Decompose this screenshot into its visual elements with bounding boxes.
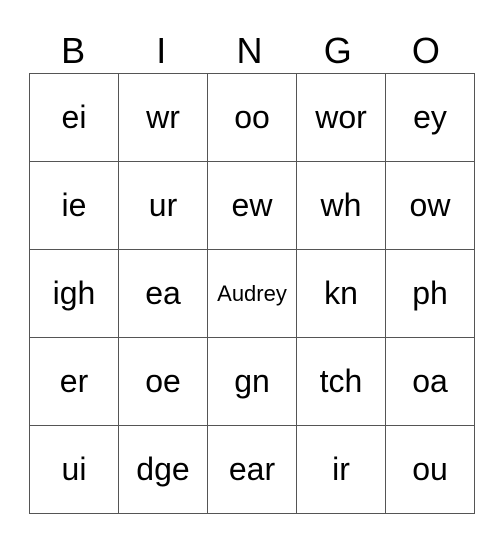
bingo-cell[interactable]: gn xyxy=(207,337,297,426)
bingo-card: ei wr oo wor ey ie ur ew wh ow igh ea Au… xyxy=(29,73,475,514)
bingo-cell[interactable]: ey xyxy=(385,73,475,162)
bingo-cell[interactable]: tch xyxy=(296,337,386,426)
bingo-cell[interactable]: ir xyxy=(296,425,386,514)
bingo-cell[interactable]: ei xyxy=(29,73,119,162)
header-letter-o: O xyxy=(411,30,440,71)
bingo-cell[interactable]: oe xyxy=(118,337,208,426)
header-letter-g: G xyxy=(323,30,352,71)
bingo-cell[interactable]: oo xyxy=(207,73,297,162)
bingo-cell[interactable]: dge xyxy=(118,425,208,514)
bingo-cell[interactable]: ear xyxy=(207,425,297,514)
bingo-cell[interactable]: kn xyxy=(296,249,386,338)
header-letter-n: N xyxy=(236,30,263,71)
card-row: ei wr oo wor ey xyxy=(29,73,475,162)
bingo-cell[interactable]: ow xyxy=(385,161,475,250)
header-letter-b: B xyxy=(61,30,86,71)
bingo-cell[interactable]: ie xyxy=(29,161,119,250)
card-row: igh ea Audrey kn ph xyxy=(29,249,475,338)
card-row: er oe gn tch oa xyxy=(29,337,475,426)
bingo-cell[interactable]: wr xyxy=(118,73,208,162)
bingo-cell[interactable]: igh xyxy=(29,249,119,338)
bingo-cell[interactable]: wh xyxy=(296,161,386,250)
bingo-cell[interactable]: ph xyxy=(385,249,475,338)
free-space-cell[interactable]: Audrey xyxy=(207,249,297,338)
bingo-cell[interactable]: er xyxy=(29,337,119,426)
card-row: ie ur ew wh ow xyxy=(29,161,475,250)
bingo-header: B I N G O xyxy=(29,28,470,73)
bingo-cell[interactable]: ui xyxy=(29,425,119,514)
bingo-cell[interactable]: ew xyxy=(207,161,297,250)
card-row: ui dge ear ir ou xyxy=(29,425,475,514)
bingo-cell[interactable]: wor xyxy=(296,73,386,162)
bingo-cell[interactable]: ou xyxy=(385,425,475,514)
bingo-cell[interactable]: ur xyxy=(118,161,208,250)
header-letter-i: I xyxy=(156,30,167,71)
bingo-cell[interactable]: ea xyxy=(118,249,208,338)
bingo-cell[interactable]: oa xyxy=(385,337,475,426)
